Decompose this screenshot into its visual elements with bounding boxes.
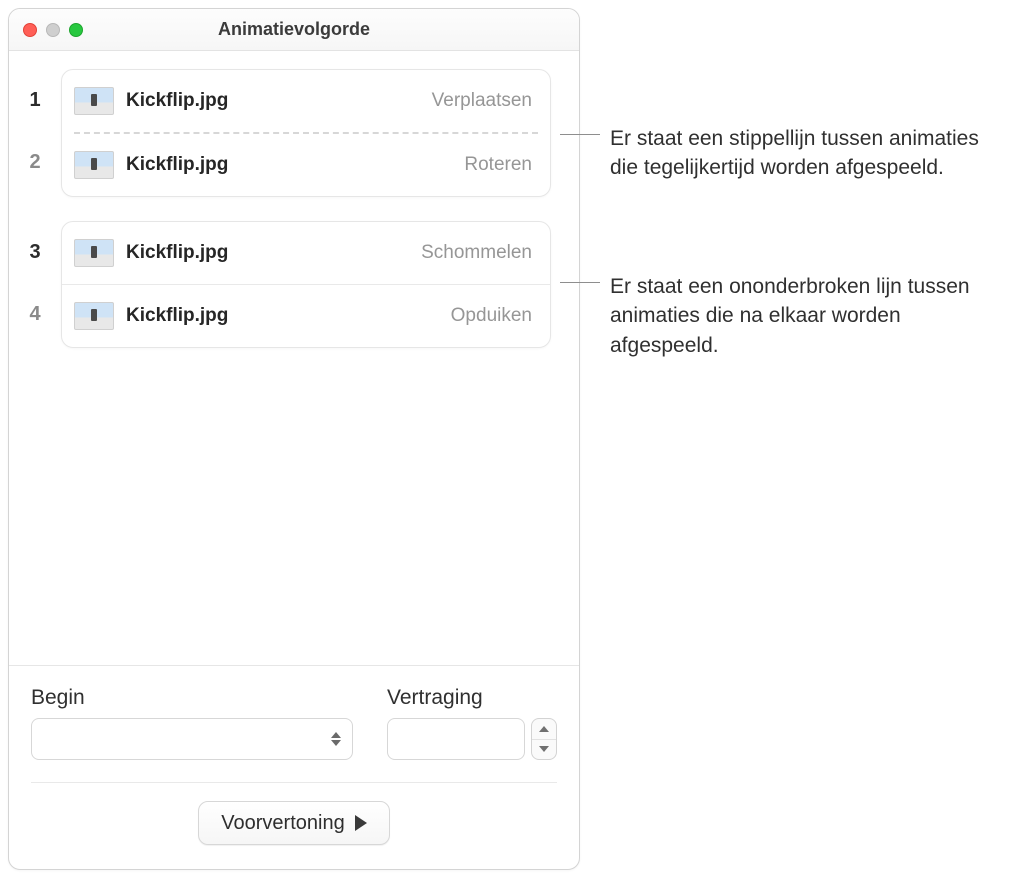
thumbnail-icon: [74, 87, 114, 115]
zoom-icon[interactable]: [69, 23, 83, 37]
window-title: Animatievolgorde: [218, 19, 370, 40]
animation-list: 1 2 Kickflip.jpg Verplaatsen Kickflip.jp…: [9, 51, 579, 665]
animation-effect: Verplaatsen: [432, 90, 532, 112]
animation-filename: Kickflip.jpg: [126, 154, 228, 176]
animation-item[interactable]: Kickflip.jpg Schommelen: [62, 222, 550, 284]
callout-dashed: Er staat een stippellijn tussen animatie…: [560, 124, 1010, 183]
begin-control: Begin: [31, 686, 353, 760]
step-down-button[interactable]: [532, 740, 556, 760]
minimize-icon: [46, 23, 60, 37]
index-column: 3 4: [9, 221, 61, 348]
animation-item[interactable]: Kickflip.jpg Verplaatsen: [62, 70, 550, 132]
animation-filename: Kickflip.jpg: [126, 90, 228, 112]
animation-group: 3 4 Kickflip.jpg Schommelen Kickflip.jpg…: [9, 221, 563, 348]
divider: [31, 782, 557, 783]
callout-solid: Er staat een ononderbroken lijn tussen a…: [560, 272, 1010, 360]
begin-select[interactable]: [31, 718, 353, 760]
callout-text: Er staat een ononderbroken lijn tussen a…: [610, 272, 1010, 360]
animation-index: 3: [9, 241, 61, 264]
thumbnail-icon: [74, 239, 114, 267]
animation-item[interactable]: Kickflip.jpg Opduiken: [62, 285, 550, 347]
step-up-button[interactable]: [532, 719, 556, 740]
animation-effect: Roteren: [464, 154, 532, 176]
chevron-up-icon: [539, 726, 549, 732]
animation-group-body: Kickflip.jpg Schommelen Kickflip.jpg Opd…: [61, 221, 551, 348]
controls-area: Begin Vertraging Voorvertoning: [9, 665, 579, 869]
play-icon: [355, 815, 367, 831]
animation-group-body: Kickflip.jpg Verplaatsen Kickflip.jpg Ro…: [61, 69, 551, 197]
animation-index: 4: [9, 303, 61, 326]
animation-filename: Kickflip.jpg: [126, 305, 228, 327]
delay-label: Vertraging: [387, 686, 557, 710]
animation-order-panel: Animatievolgorde 1 2 Kickflip.jpg Verpla…: [8, 8, 580, 870]
animation-group: 1 2 Kickflip.jpg Verplaatsen Kickflip.jp…: [9, 69, 563, 197]
animation-effect: Opduiken: [451, 305, 532, 327]
animation-filename: Kickflip.jpg: [126, 242, 228, 264]
animation-item[interactable]: Kickflip.jpg Roteren: [62, 134, 550, 196]
preview-button-label: Voorvertoning: [221, 812, 344, 835]
chevron-updown-icon: [326, 726, 346, 752]
animation-effect: Schommelen: [421, 242, 532, 264]
begin-label: Begin: [31, 686, 353, 710]
chevron-down-icon: [539, 746, 549, 752]
preview-button[interactable]: Voorvertoning: [198, 801, 389, 845]
callout-line: [560, 134, 600, 135]
callout-line: [560, 282, 600, 283]
delay-control: Vertraging: [387, 686, 557, 760]
window-controls: [23, 23, 83, 37]
animation-index: 2: [9, 151, 61, 174]
thumbnail-icon: [74, 302, 114, 330]
thumbnail-icon: [74, 151, 114, 179]
index-column: 1 2: [9, 69, 61, 197]
callout-text: Er staat een stippellijn tussen animatie…: [610, 124, 1010, 183]
titlebar: Animatievolgorde: [9, 9, 579, 51]
delay-stepper: [531, 718, 557, 760]
delay-input[interactable]: [387, 718, 525, 760]
close-icon[interactable]: [23, 23, 37, 37]
animation-index: 1: [9, 89, 61, 112]
